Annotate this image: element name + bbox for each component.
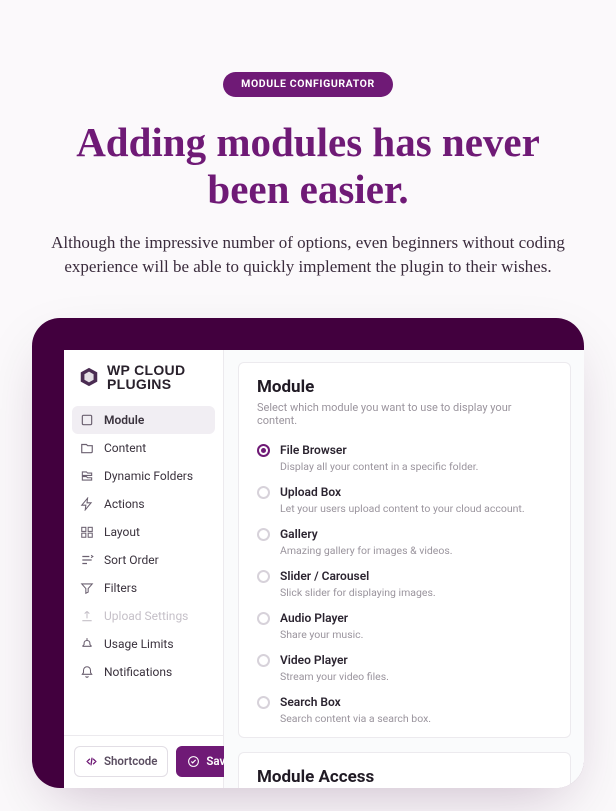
- option-title: Audio Player: [280, 611, 363, 626]
- radio-icon: [257, 654, 270, 667]
- option-desc: Search content via a search box.: [280, 712, 431, 725]
- sidebar-item-label: Actions: [104, 497, 145, 511]
- nav-icon: [80, 413, 94, 427]
- sidebar-item-label: Notifications: [104, 665, 172, 679]
- sidebar-nav: Module Content Dynamic Folders Actions Layou…: [64, 404, 223, 735]
- nav-icon: [80, 665, 94, 679]
- option-title: File Browser: [280, 443, 478, 458]
- sidebar-item-module[interactable]: Module: [72, 406, 215, 434]
- option-desc: Display all your content in a specific f…: [280, 460, 478, 473]
- hero: MODULE CONFIGURATOR Adding modules has n…: [0, 0, 616, 298]
- hexagon-icon: [78, 366, 100, 388]
- sidebar-item-label: Module: [104, 413, 144, 427]
- app-window: WP CLOUD PLUGINS Module Content Dynamic Fo…: [64, 350, 584, 788]
- module-option-gallery[interactable]: Gallery Amazing gallery for images & vide…: [257, 521, 552, 563]
- sidebar-item-content[interactable]: Content: [72, 434, 215, 462]
- module-title: Module: [257, 377, 552, 397]
- sidebar-item-label: Layout: [104, 525, 140, 539]
- option-title: Slider / Carousel: [280, 569, 436, 584]
- option-title: Gallery: [280, 527, 453, 542]
- hero-lead: Although the impressive number of option…: [43, 231, 573, 280]
- brand-text: WP CLOUD PLUGINS: [107, 363, 209, 391]
- sidebar-item-label: Content: [104, 441, 146, 455]
- nav-icon: [80, 441, 94, 455]
- sidebar-item-label: Dynamic Folders: [104, 469, 193, 483]
- radio-icon: [257, 612, 270, 625]
- nav-icon: [80, 637, 94, 651]
- sidebar-item-label: Sort Order: [104, 553, 159, 567]
- nav-icon: [80, 581, 94, 595]
- sidebar-item-usage-limits[interactable]: Usage Limits: [72, 630, 215, 658]
- nav-icon: [80, 609, 94, 623]
- sidebar-item-notifications[interactable]: Notifications: [72, 658, 215, 686]
- radio-icon: [257, 696, 270, 709]
- option-title: Search Box: [280, 695, 431, 710]
- sidebar-item-filters[interactable]: Filters: [72, 574, 215, 602]
- hero-title: Adding modules has never been easier.: [48, 119, 568, 213]
- sidebar-item-sort-order[interactable]: Sort Order: [72, 546, 215, 574]
- radio-icon: [257, 570, 270, 583]
- sidebar-item-upload-settings: Upload Settings: [72, 602, 215, 630]
- module-card: Module Select which module you want to u…: [238, 362, 571, 738]
- module-option-file-browser[interactable]: File Browser Display all your content in …: [257, 437, 552, 479]
- sidebar-item-dynamic-folders[interactable]: Dynamic Folders: [72, 462, 215, 490]
- module-options: File Browser Display all your content in …: [257, 437, 552, 731]
- nav-icon: [80, 553, 94, 567]
- sidebar-item-label: Upload Settings: [104, 609, 188, 623]
- sidebar-item-label: Usage Limits: [104, 637, 174, 651]
- badge: MODULE CONFIGURATOR: [223, 72, 393, 97]
- access-title: Module Access: [257, 767, 552, 787]
- sidebar-item-label: Filters: [104, 581, 137, 595]
- check-circle-icon: [187, 755, 200, 768]
- nav-icon: [80, 525, 94, 539]
- shortcode-label: Shortcode: [104, 756, 157, 768]
- radio-icon: [257, 444, 270, 457]
- sidebar-item-actions[interactable]: Actions: [72, 490, 215, 518]
- module-option-audio-player[interactable]: Audio Player Share your music.: [257, 605, 552, 647]
- radio-icon: [257, 528, 270, 541]
- nav-icon: [80, 497, 94, 511]
- option-desc: Let your users upload content to your cl…: [280, 502, 525, 515]
- module-option-search-box[interactable]: Search Box Search content via a search bo…: [257, 689, 552, 731]
- nav-icon: [80, 469, 94, 483]
- module-option-slider-carousel[interactable]: Slider / Carousel Slick slider for displa…: [257, 563, 552, 605]
- option-title: Upload Box: [280, 485, 525, 500]
- option-title: Video Player: [280, 653, 389, 668]
- screenshot-frame: WP CLOUD PLUGINS Module Content Dynamic Fo…: [32, 318, 584, 788]
- radio-icon: [257, 486, 270, 499]
- module-option-video-player[interactable]: Video Player Stream your video files.: [257, 647, 552, 689]
- sidebar-item-layout[interactable]: Layout: [72, 518, 215, 546]
- module-desc: Select which module you want to use to d…: [257, 401, 552, 427]
- option-desc: Stream your video files.: [280, 670, 389, 683]
- option-desc: Amazing gallery for images & videos.: [280, 544, 453, 557]
- access-card: Module Access Who can see this module? S…: [238, 752, 571, 788]
- module-option-upload-box[interactable]: Upload Box Let your users upload content …: [257, 479, 552, 521]
- sidebar-footer: Shortcode Save: [64, 735, 223, 788]
- sidebar: WP CLOUD PLUGINS Module Content Dynamic Fo…: [64, 350, 224, 788]
- option-desc: Share your music.: [280, 628, 363, 641]
- shortcode-button[interactable]: Shortcode: [74, 746, 168, 777]
- main-pane: Module Select which module you want to u…: [224, 350, 584, 788]
- brand-logo: WP CLOUD PLUGINS: [64, 350, 223, 404]
- code-icon: [85, 755, 98, 768]
- option-desc: Slick slider for displaying images.: [280, 586, 436, 599]
